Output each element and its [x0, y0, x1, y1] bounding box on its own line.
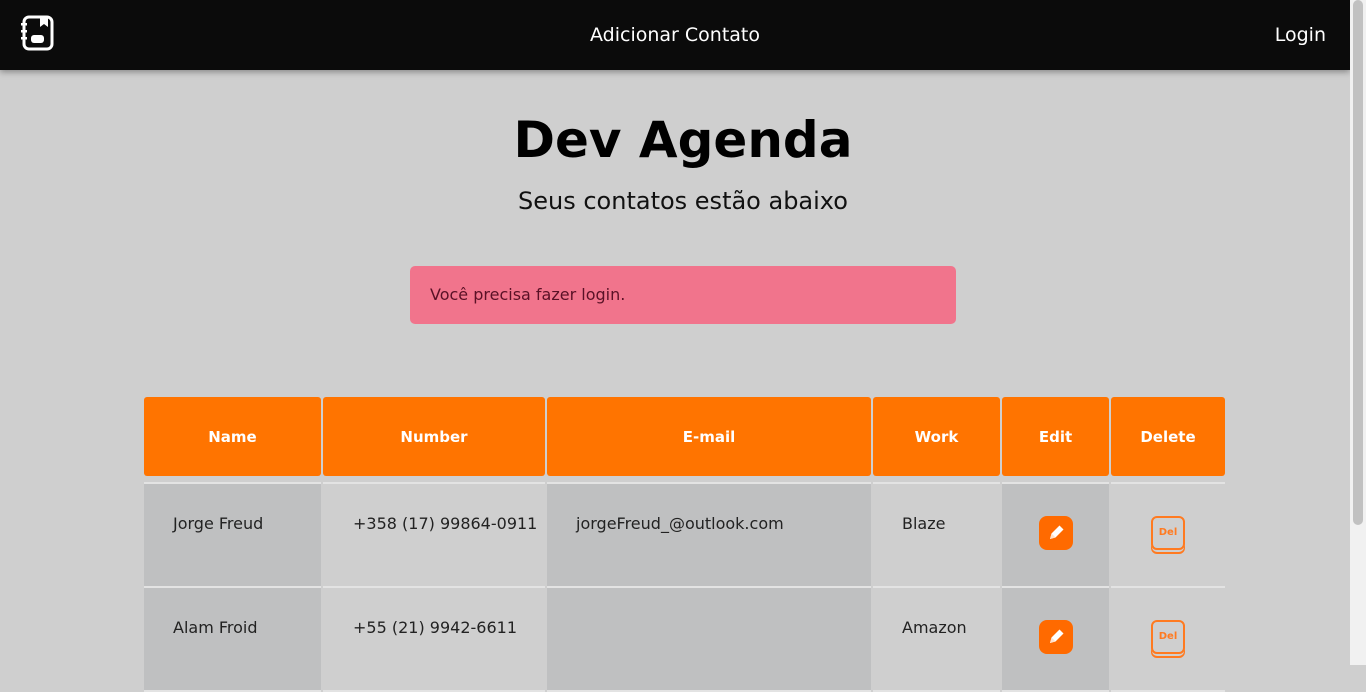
navbar: Adicionar Contato Login: [0, 0, 1350, 70]
login-link[interactable]: Login: [1275, 22, 1326, 48]
column-header-name: Name: [144, 397, 321, 476]
page-scrollbar[interactable]: [1350, 0, 1366, 665]
edit-contact-button[interactable]: [1038, 620, 1073, 654]
column-header-email: E-mail: [547, 397, 871, 476]
contact-name: Jorge Freud: [144, 484, 321, 588]
column-header-delete: Delete: [1111, 397, 1225, 476]
scrollbar-thumb[interactable]: [1353, 0, 1363, 525]
add-contact-link[interactable]: Adicionar Contato: [590, 24, 760, 46]
column-header-edit: Edit: [1002, 397, 1109, 476]
main-content: Dev Agenda Seus contatos estão abaixo Vo…: [0, 70, 1350, 692]
edit-contact-button[interactable]: [1038, 516, 1073, 550]
login-required-alert: Você precisa fazer login.: [410, 266, 956, 324]
page-title: Dev Agenda: [513, 111, 853, 169]
contacts-table: Name Number E-mail Work Edit Delete Jorg…: [142, 397, 1227, 692]
contact-name: Alam Froid: [144, 588, 321, 692]
table-row: Jorge Freud +358 (17) 99864-0911 jorgeFr…: [144, 484, 1225, 588]
contact-email: [547, 588, 871, 692]
pencil-icon: [1049, 525, 1063, 539]
contact-email: jorgeFreud_@outlook.com: [547, 484, 871, 588]
contact-number: +55 (21) 9942-6611: [323, 588, 545, 692]
delete-cell: Del: [1111, 484, 1225, 588]
table-header-row: Name Number E-mail Work Edit Delete: [144, 397, 1225, 476]
table-row: Alam Froid +55 (21) 9942-6611 Amazon Del: [144, 588, 1225, 692]
nav-center: Adicionar Contato: [0, 22, 1350, 48]
contact-work: Amazon: [873, 588, 1000, 692]
column-header-work: Work: [873, 397, 1000, 476]
edit-cell: [1002, 588, 1109, 692]
delete-contact-button[interactable]: Del: [1151, 516, 1185, 550]
contact-number: +358 (17) 99864-0911: [323, 484, 545, 588]
delete-cell: Del: [1111, 588, 1225, 692]
delete-contact-button[interactable]: Del: [1151, 620, 1185, 654]
page-subtitle: Seus contatos estão abaixo: [518, 187, 848, 215]
table-separator: [144, 476, 1225, 484]
edit-cell: [1002, 484, 1109, 588]
column-header-number: Number: [323, 397, 545, 476]
pencil-icon: [1049, 629, 1063, 643]
contact-work: Blaze: [873, 484, 1000, 588]
